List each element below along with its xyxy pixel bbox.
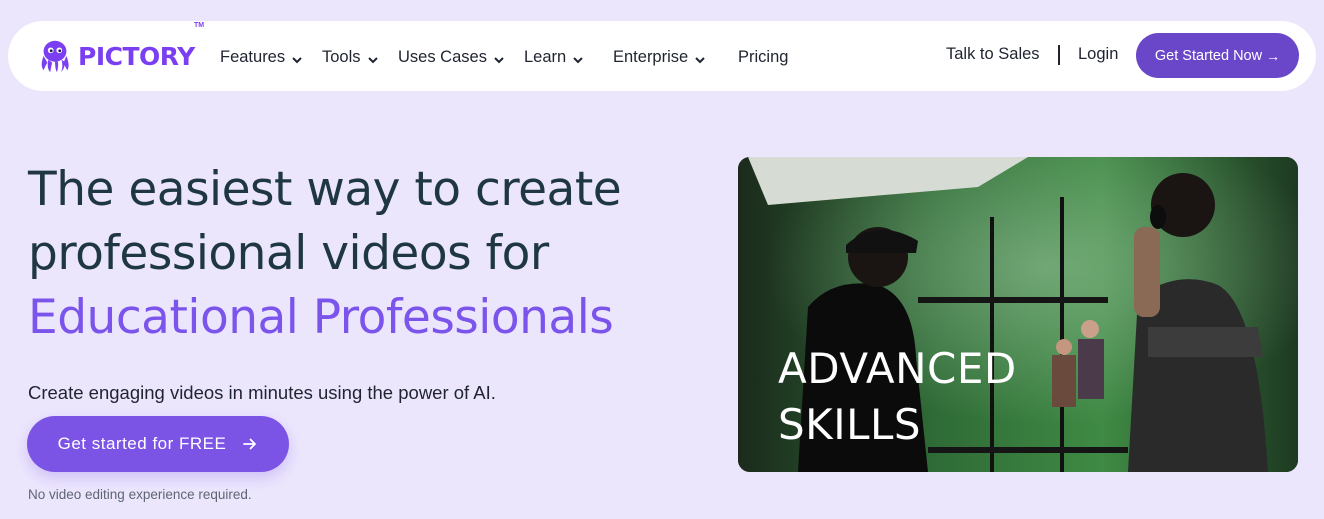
hero-heading-line-1: The easiest way to create <box>28 162 622 217</box>
nav-item-features[interactable]: Features <box>220 45 303 69</box>
hero-subtitle: Create engaging videos in minutes using … <box>28 382 496 403</box>
get-started-free-button[interactable]: Get started for FREE <box>27 416 289 472</box>
video-caption-line-2: SKILLS <box>778 400 922 449</box>
arrow-right-icon <box>243 438 257 450</box>
login-link[interactable]: Login <box>1078 45 1118 64</box>
nav-item-use-cases[interactable]: Uses Cases <box>398 45 505 69</box>
page: PICTORY TM Features Tools Uses Cases Lea… <box>0 0 1324 519</box>
nav-item-label: Enterprise <box>613 47 689 66</box>
talk-to-sales-link[interactable]: Talk to Sales <box>946 45 1040 64</box>
hero-heading-line-2: professional videos for <box>28 226 549 281</box>
hero-video[interactable]: ADVANCED SKILLS <box>738 157 1298 472</box>
nav-item-label: Pricing <box>738 47 789 66</box>
button-label: Get started for FREE <box>57 434 227 453</box>
nav-item-enterprise[interactable]: Enterprise <box>613 45 706 69</box>
nav-item-label: Tools <box>322 47 361 66</box>
chevron-down-icon <box>573 57 583 64</box>
chevron-down-icon <box>695 57 705 64</box>
octopus-logo-icon <box>41 40 69 73</box>
chevron-down-icon <box>367 57 378 64</box>
video-caption-line-1: ADVANCED <box>778 344 1017 393</box>
arrow-right-icon: → <box>1266 47 1281 64</box>
nav-item-label: Learn <box>524 47 567 66</box>
nav-divider <box>1058 45 1060 65</box>
chevron-down-icon <box>292 57 302 64</box>
hero-note: No video editing experience required. <box>28 487 252 502</box>
button-label: Get Started Now <box>1154 47 1263 64</box>
hero-heading-accent: Educational Professionals <box>28 290 614 345</box>
nav-item-label: Uses Cases <box>398 47 487 66</box>
trademark-mark: TM <box>194 22 205 29</box>
video-caption: ADVANCED SKILLS <box>778 341 1017 453</box>
nav-item-label: Features <box>220 47 286 66</box>
hero-heading: The easiest way to create professional v… <box>28 158 708 350</box>
nav-item-pricing[interactable]: Pricing <box>738 45 788 69</box>
top-navbar: PICTORY TM Features Tools Uses Cases Lea… <box>8 21 1316 91</box>
brand-name: PICTORY <box>78 41 195 71</box>
nav-item-learn[interactable]: Learn <box>524 45 584 69</box>
brand-logo[interactable]: PICTORY <box>36 36 195 76</box>
get-started-now-button[interactable]: Get Started Now → <box>1136 33 1299 78</box>
chevron-down-icon <box>494 57 504 64</box>
nav-item-tools[interactable]: Tools <box>322 45 379 69</box>
